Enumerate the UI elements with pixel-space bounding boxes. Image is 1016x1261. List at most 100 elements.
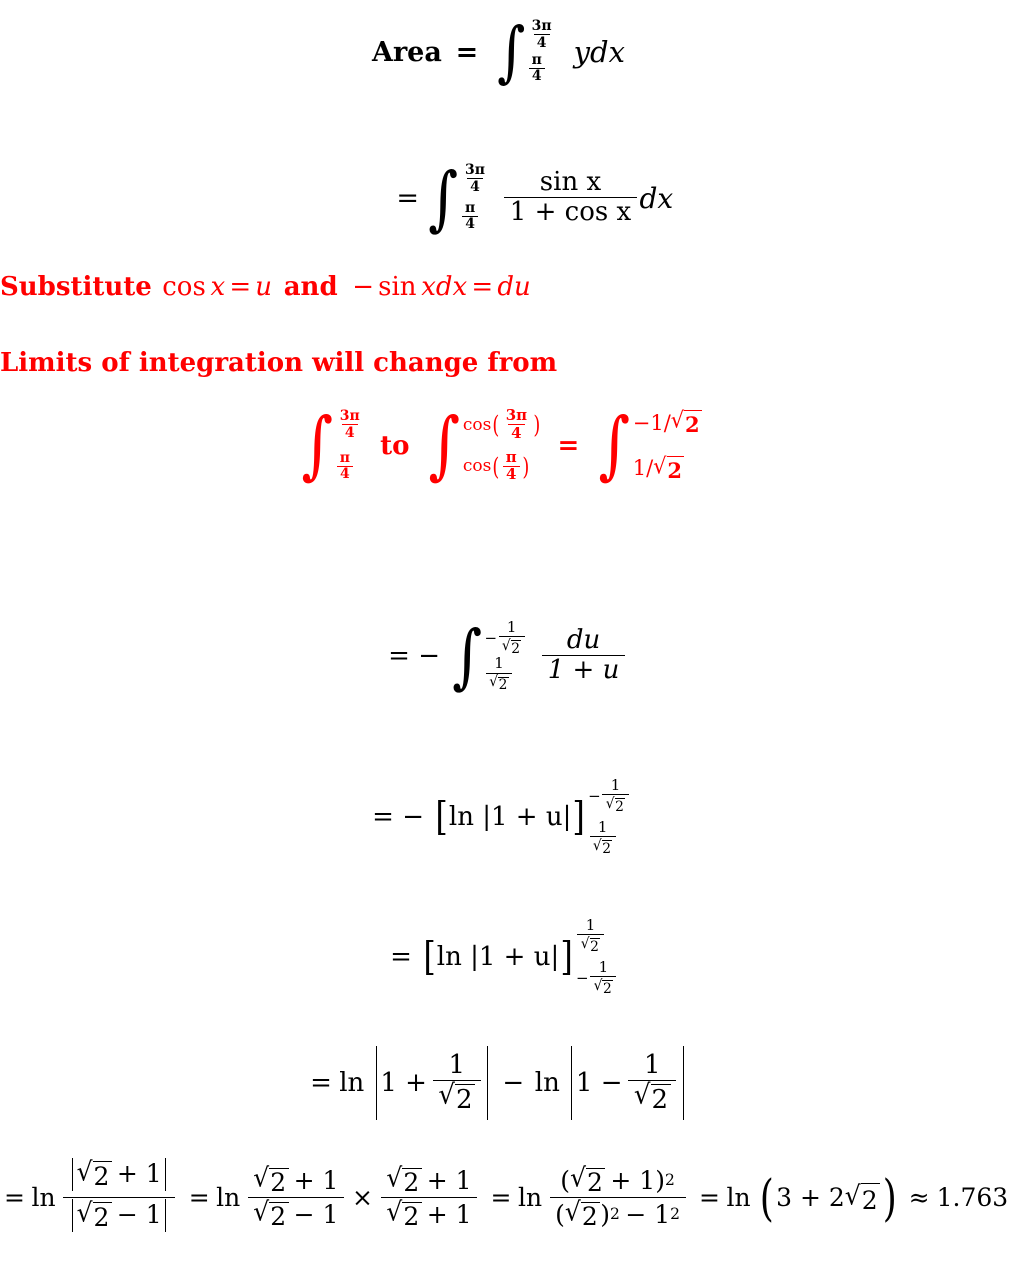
lc-i2-lower-den: 4	[502, 465, 520, 483]
integral-icon: ∫	[301, 402, 333, 489]
du-term: du	[497, 272, 531, 302]
result-rad: 2	[860, 1183, 881, 1215]
radical-icon: √	[253, 1196, 270, 1227]
f4-den-rest: − 1	[625, 1199, 671, 1229]
f4-den-rad: 2	[580, 1201, 601, 1231]
radical-icon: √	[438, 1079, 455, 1111]
radical-icon: √	[580, 935, 590, 953]
area-upper-den: 4	[533, 34, 550, 50]
radical-icon: √	[593, 977, 603, 994]
abs-bar-right	[682, 1046, 684, 1120]
radical-icon: √	[592, 837, 602, 854]
eval-neg-sup-sign: −	[588, 786, 601, 805]
rbracket: ]	[572, 794, 586, 840]
f2-den-rad: 2	[269, 1201, 289, 1231]
f1-den-rest: − 1	[116, 1200, 162, 1230]
du-numerator: du	[566, 625, 601, 656]
integral-original-limits: ∫ 3π 4 π 4	[298, 406, 365, 486]
radical-icon: √	[653, 453, 667, 479]
rbracket: ]	[560, 934, 574, 980]
minus-sign: −	[418, 641, 441, 671]
equation-final-result: = ln √ 2 + 1 √ 2 − 1 = ln √ 2 + 1 √ 2 − …	[0, 1157, 1008, 1237]
equals-sign: =	[455, 36, 479, 68]
note-limits-change: Limits of integration will change from	[0, 348, 558, 378]
cos-arg: x	[210, 272, 226, 302]
eval-pos-sub-sign: −	[575, 968, 589, 987]
ln-operator-1: ln	[339, 1068, 365, 1098]
abs-group-1: 1 + 1 √ 2	[372, 1046, 492, 1120]
integral-icon: ∫	[496, 13, 525, 91]
lc-i1-lower-num: π	[339, 449, 350, 466]
area-lower-num: π	[531, 51, 542, 68]
radical-icon: √	[633, 1079, 651, 1111]
equals-sign: =	[396, 182, 419, 214]
radical-icon: √	[844, 1179, 861, 1211]
lnd-term2-lead: 1 −	[575, 1068, 623, 1098]
radical-icon: √	[670, 407, 685, 433]
lbracket: [	[435, 794, 448, 840]
integral-icon: ∫	[428, 402, 461, 489]
lc-i2-upper-num: 3π	[505, 406, 528, 424]
f4-den-exp2: 2	[670, 1205, 681, 1224]
sin-arg: xdx	[421, 272, 468, 302]
f4-num-exp: 2	[664, 1171, 675, 1190]
equals-sign: =	[229, 272, 252, 302]
lc-i2-upper-fn: cos	[462, 414, 492, 435]
equation-du-integral: = − ∫ − 1 √ 2 1 √ 2 du 1 + u	[384, 618, 628, 694]
radical-icon: √	[386, 1196, 403, 1227]
equals-sign: =	[557, 431, 580, 461]
ln-operator-2: ln	[534, 1068, 560, 1098]
note-substitute: Substitute cos x = u and − sin xdx = du	[0, 272, 531, 302]
lparen: (	[492, 451, 500, 481]
eval-pos-sub-rad: 2	[602, 979, 614, 997]
equation-ln-difference: = ln 1 + 1 √ 2 − ln 1 − 1 √ 2	[306, 1046, 687, 1120]
integral-area: ∫ 3π 4 π 4	[494, 16, 557, 88]
du-upper-rad: 2	[510, 640, 522, 657]
eval-neg-sup-rad: 2	[614, 798, 626, 815]
sin-numerator: sin x	[539, 167, 602, 198]
equals-sign-3: =	[490, 1183, 512, 1213]
rparen: )	[882, 1168, 897, 1227]
sin-upper-num: 3π	[464, 162, 485, 178]
radical-icon: √	[501, 637, 511, 655]
radical-icon: √	[489, 673, 499, 691]
cos-fn: cos	[162, 272, 206, 302]
conjunction-and: and	[283, 272, 338, 302]
rparen: )	[522, 451, 530, 481]
fraction-rationalize-a: √ 2 + 1 √ 2 − 1	[247, 1162, 344, 1231]
eval-pos-sup-num: 1	[585, 916, 596, 934]
radical-icon: √	[564, 1196, 581, 1227]
abs-bar-left	[72, 1199, 74, 1232]
area-lower-den: 4	[528, 67, 545, 84]
equals-sign-4: =	[699, 1183, 720, 1213]
lnd-term2-rad: 2	[650, 1084, 671, 1114]
lbracket: [	[422, 934, 436, 980]
lc-i2-lower-num: π	[505, 447, 517, 466]
minus-sign: −	[352, 272, 374, 302]
integral-u-limits: ∫ −1/ √ 2 1/ √ 2	[595, 406, 702, 486]
lc-i3-upper-rad: 2	[684, 410, 702, 437]
sin-upper-den: 4	[467, 178, 483, 194]
integral-icon: ∫	[428, 156, 459, 239]
f1-num-rad: 2	[92, 1161, 112, 1190]
equation-limit-change: ∫ 3π 4 π 4 to ∫ cos (3π 4) cos (π 4)…	[296, 406, 703, 486]
radical-icon: √	[253, 1162, 270, 1193]
ln-operator-3: ln	[518, 1183, 543, 1213]
sin-lower-den: 4	[462, 215, 479, 232]
equals-sign-2: =	[188, 1183, 210, 1213]
sin-lower-num: π	[464, 199, 476, 216]
ln-operator-4: ln	[726, 1183, 751, 1213]
approx-sign: ≈	[908, 1183, 930, 1213]
area-label: Area	[372, 36, 442, 68]
du-upper-num: 1	[506, 618, 517, 636]
radical-icon: √	[570, 1162, 586, 1193]
fraction-abs-ratio: √ 2 + 1 √ 2 − 1	[63, 1157, 176, 1237]
f4-den-exp1: 2	[609, 1205, 620, 1224]
lc-i1-upper-den: 4	[341, 424, 358, 440]
lparen: (	[492, 410, 500, 440]
f4-num-rest: + 1	[610, 1165, 656, 1195]
radical-icon: √	[605, 795, 615, 813]
f4-num-rad: 2	[586, 1167, 606, 1197]
du-upper-sign: −	[484, 629, 498, 648]
lc-i3-lower-rad: 2	[666, 455, 685, 483]
